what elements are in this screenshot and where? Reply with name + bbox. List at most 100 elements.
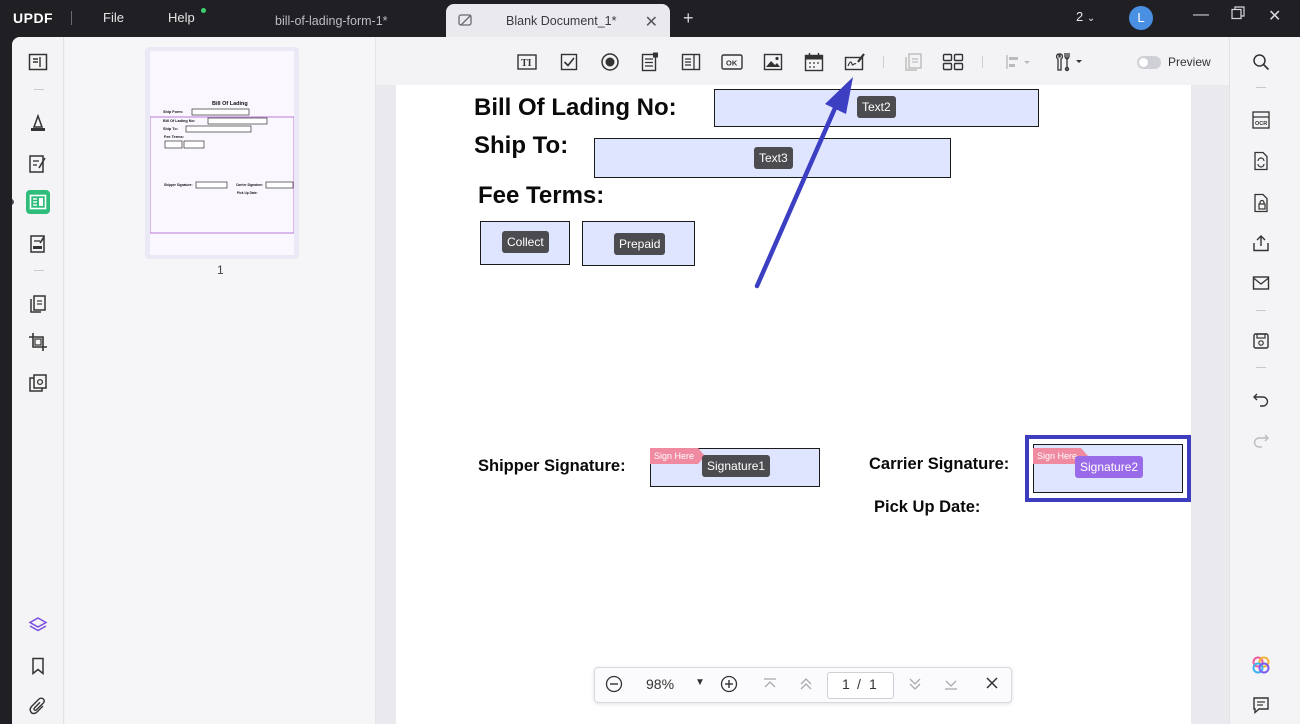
sign-here-tag: Sign Here	[650, 448, 706, 464]
rail-divider	[1256, 367, 1266, 368]
avatar[interactable]: L	[1129, 6, 1153, 30]
field-name-tag: Prepaid	[614, 233, 666, 255]
window-count[interactable]: 2 ⌄	[1076, 9, 1095, 24]
sign-here-tag: Sign Here	[1033, 448, 1089, 464]
zoom-in-icon[interactable]	[720, 675, 738, 693]
text2-field[interactable]: Text2	[714, 89, 1039, 127]
signature2-field[interactable]: Sign Here Signature2	[1033, 444, 1183, 493]
align-icon[interactable]	[1004, 51, 1034, 73]
share-icon[interactable]	[1250, 232, 1272, 254]
comments-panel-icon[interactable]	[1250, 694, 1272, 716]
email-icon[interactable]	[1250, 272, 1272, 294]
zoom-bar: 98% ▼ 1 / 1	[594, 667, 1012, 703]
prev-page-icon[interactable]	[799, 678, 813, 690]
rail-divider	[1256, 310, 1266, 311]
tab-bill-of-lading[interactable]: bill-of-lading-form-1*	[248, 4, 438, 37]
zoom-level[interactable]: 98%	[646, 676, 674, 692]
ship-to-label: Ship To:	[474, 132, 569, 159]
tab-label: bill-of-lading-form-1*	[275, 13, 388, 28]
left-tool-rail	[12, 37, 64, 724]
reader-icon[interactable]	[26, 50, 50, 74]
organize-pages-icon[interactable]	[26, 292, 50, 316]
thumbnail-panel: Bill Of Lading Ship Form: Bill Of Lading…	[65, 37, 376, 724]
prepaid-field[interactable]: Prepaid	[582, 221, 695, 266]
close-window-icon[interactable]: ✕	[1268, 6, 1281, 26]
duplicate-icon[interactable]	[902, 51, 924, 73]
close-tab-icon[interactable]: ✕	[645, 12, 658, 32]
edit-pdf-icon[interactable]	[26, 152, 50, 176]
field-name-tag: Collect	[502, 231, 549, 253]
fee-terms-label: Fee Terms:	[478, 182, 605, 209]
close-zoom-bar-icon[interactable]	[985, 676, 999, 690]
rail-expand-handle[interactable]	[12, 199, 14, 205]
preview-toggle[interactable]	[1137, 56, 1161, 69]
checkbox-icon[interactable]	[558, 51, 580, 73]
right-tool-rail: OCR	[1229, 37, 1300, 724]
app-body: Bill Of Lading Ship Form: Bill Of Lading…	[12, 37, 1300, 724]
ai-assistant-icon[interactable]	[1250, 654, 1272, 676]
list-box-icon[interactable]	[639, 51, 661, 73]
app-logo: UPDF	[13, 10, 54, 26]
current-page: 1	[842, 676, 850, 692]
title-bar: UPDF File Help bill-of-lading-form-1* Bl…	[0, 0, 1300, 37]
signature-field-icon[interactable]	[844, 51, 866, 73]
crop-icon[interactable]	[26, 330, 50, 354]
svg-text:OCR: OCR	[1255, 121, 1267, 127]
collect-field[interactable]: Collect	[480, 221, 570, 265]
image-field-icon[interactable]	[762, 51, 784, 73]
new-tab-icon[interactable]: +	[683, 8, 694, 29]
bookmark-icon[interactable]	[26, 654, 50, 678]
last-page-icon[interactable]	[944, 678, 958, 690]
thumb-ship-to: Ship To:	[163, 127, 178, 131]
dropdown-icon[interactable]	[680, 51, 702, 73]
fill-sign-icon[interactable]	[26, 232, 50, 256]
field-name-tag: Signature1	[702, 455, 771, 477]
pickup-date-label: Pick Up Date:	[874, 498, 981, 516]
prepare-form-icon[interactable]	[26, 190, 50, 214]
attachment-icon[interactable]	[26, 695, 50, 719]
thumb-bol-no: Bill Of Lading No:	[163, 119, 195, 123]
protect-document-icon[interactable]	[1250, 192, 1272, 214]
form-edit-icon	[458, 13, 474, 27]
minimize-icon[interactable]: —	[1193, 6, 1209, 24]
text-field-icon[interactable]: TI	[516, 51, 538, 73]
document-area: Bill Of Lading No: Text2 Ship To: Text3 …	[376, 37, 1229, 724]
radio-button-icon[interactable]	[599, 51, 621, 73]
restore-icon[interactable]	[1231, 6, 1245, 20]
total-pages: 1	[869, 676, 877, 692]
convert-icon[interactable]	[1250, 150, 1272, 172]
save-icon[interactable]	[1250, 330, 1272, 352]
layers-icon[interactable]	[26, 613, 50, 637]
thumb-carrier-sig: Carrier Signature:	[236, 183, 263, 187]
field-name-tag: Signature2	[1075, 456, 1144, 478]
first-page-icon[interactable]	[763, 678, 777, 690]
shipper-signature-label: Shipper Signature:	[478, 457, 626, 475]
comment-icon[interactable]	[26, 111, 50, 135]
zoom-out-icon[interactable]	[605, 675, 623, 693]
tab-label: Blank Document_1*	[506, 13, 617, 28]
ocr-icon[interactable]: OCR	[1250, 109, 1272, 131]
grid-icon[interactable]	[942, 51, 964, 73]
thumb-fee-terms: Fee Terms:	[164, 135, 184, 139]
carrier-signature-label: Carrier Signature:	[869, 455, 1010, 473]
undo-icon[interactable]	[1250, 388, 1272, 410]
date-field-icon[interactable]	[803, 51, 825, 73]
protect-icon[interactable]	[26, 371, 50, 395]
thumbnail-page: Bill Of Lading Ship Form: Bill Of Lading…	[150, 51, 294, 255]
text3-field[interactable]: Text3	[594, 138, 951, 178]
button-ok-icon[interactable]: OK	[721, 51, 743, 73]
page-separator: /	[857, 676, 861, 692]
zoom-dropdown-icon[interactable]: ▼	[695, 677, 705, 688]
tab-blank-document[interactable]: Blank Document_1* ✕	[446, 4, 670, 37]
page-thumbnail[interactable]: Bill Of Lading Ship Form: Bill Of Lading…	[145, 47, 299, 259]
redo-icon[interactable]	[1250, 429, 1272, 451]
svg-text:TI: TI	[521, 58, 532, 69]
signature1-field[interactable]: Sign Here Signature1	[650, 448, 820, 487]
menu-help[interactable]: Help	[168, 10, 195, 25]
next-page-icon[interactable]	[908, 678, 922, 690]
tools-icon[interactable]	[1053, 51, 1087, 73]
field-name-tag: Text2	[857, 96, 896, 118]
menu-file[interactable]: File	[103, 10, 124, 25]
rail-divider	[34, 89, 44, 90]
search-icon[interactable]	[1250, 51, 1272, 73]
